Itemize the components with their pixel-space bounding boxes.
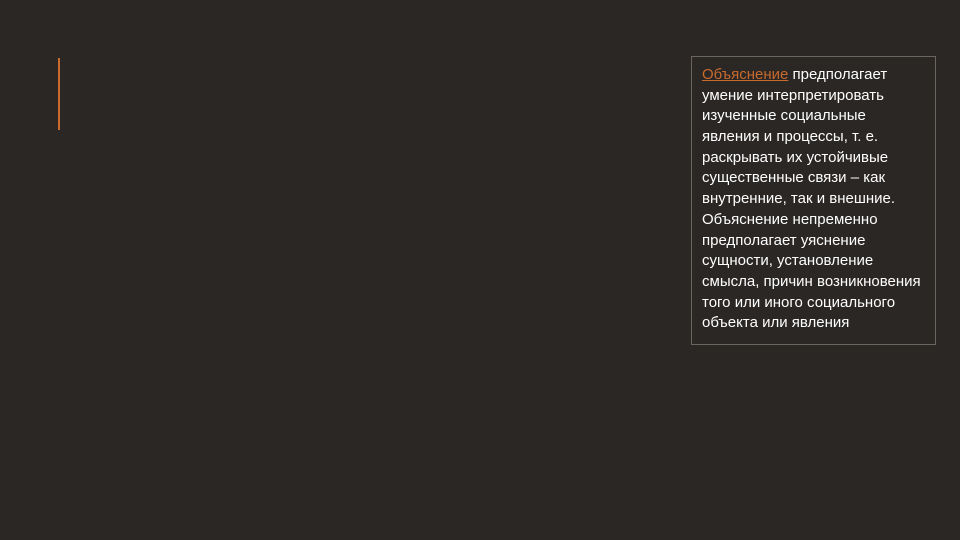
definition-body: предполагает умение интерпретировать изу… bbox=[702, 66, 921, 331]
definition-term: Объяснение bbox=[702, 66, 788, 83]
definition-text: Объяснение предполагает умение интерпрет… bbox=[702, 65, 925, 334]
accent-vertical-line bbox=[58, 58, 60, 130]
definition-text-box: Объяснение предполагает умение интерпрет… bbox=[691, 56, 936, 345]
